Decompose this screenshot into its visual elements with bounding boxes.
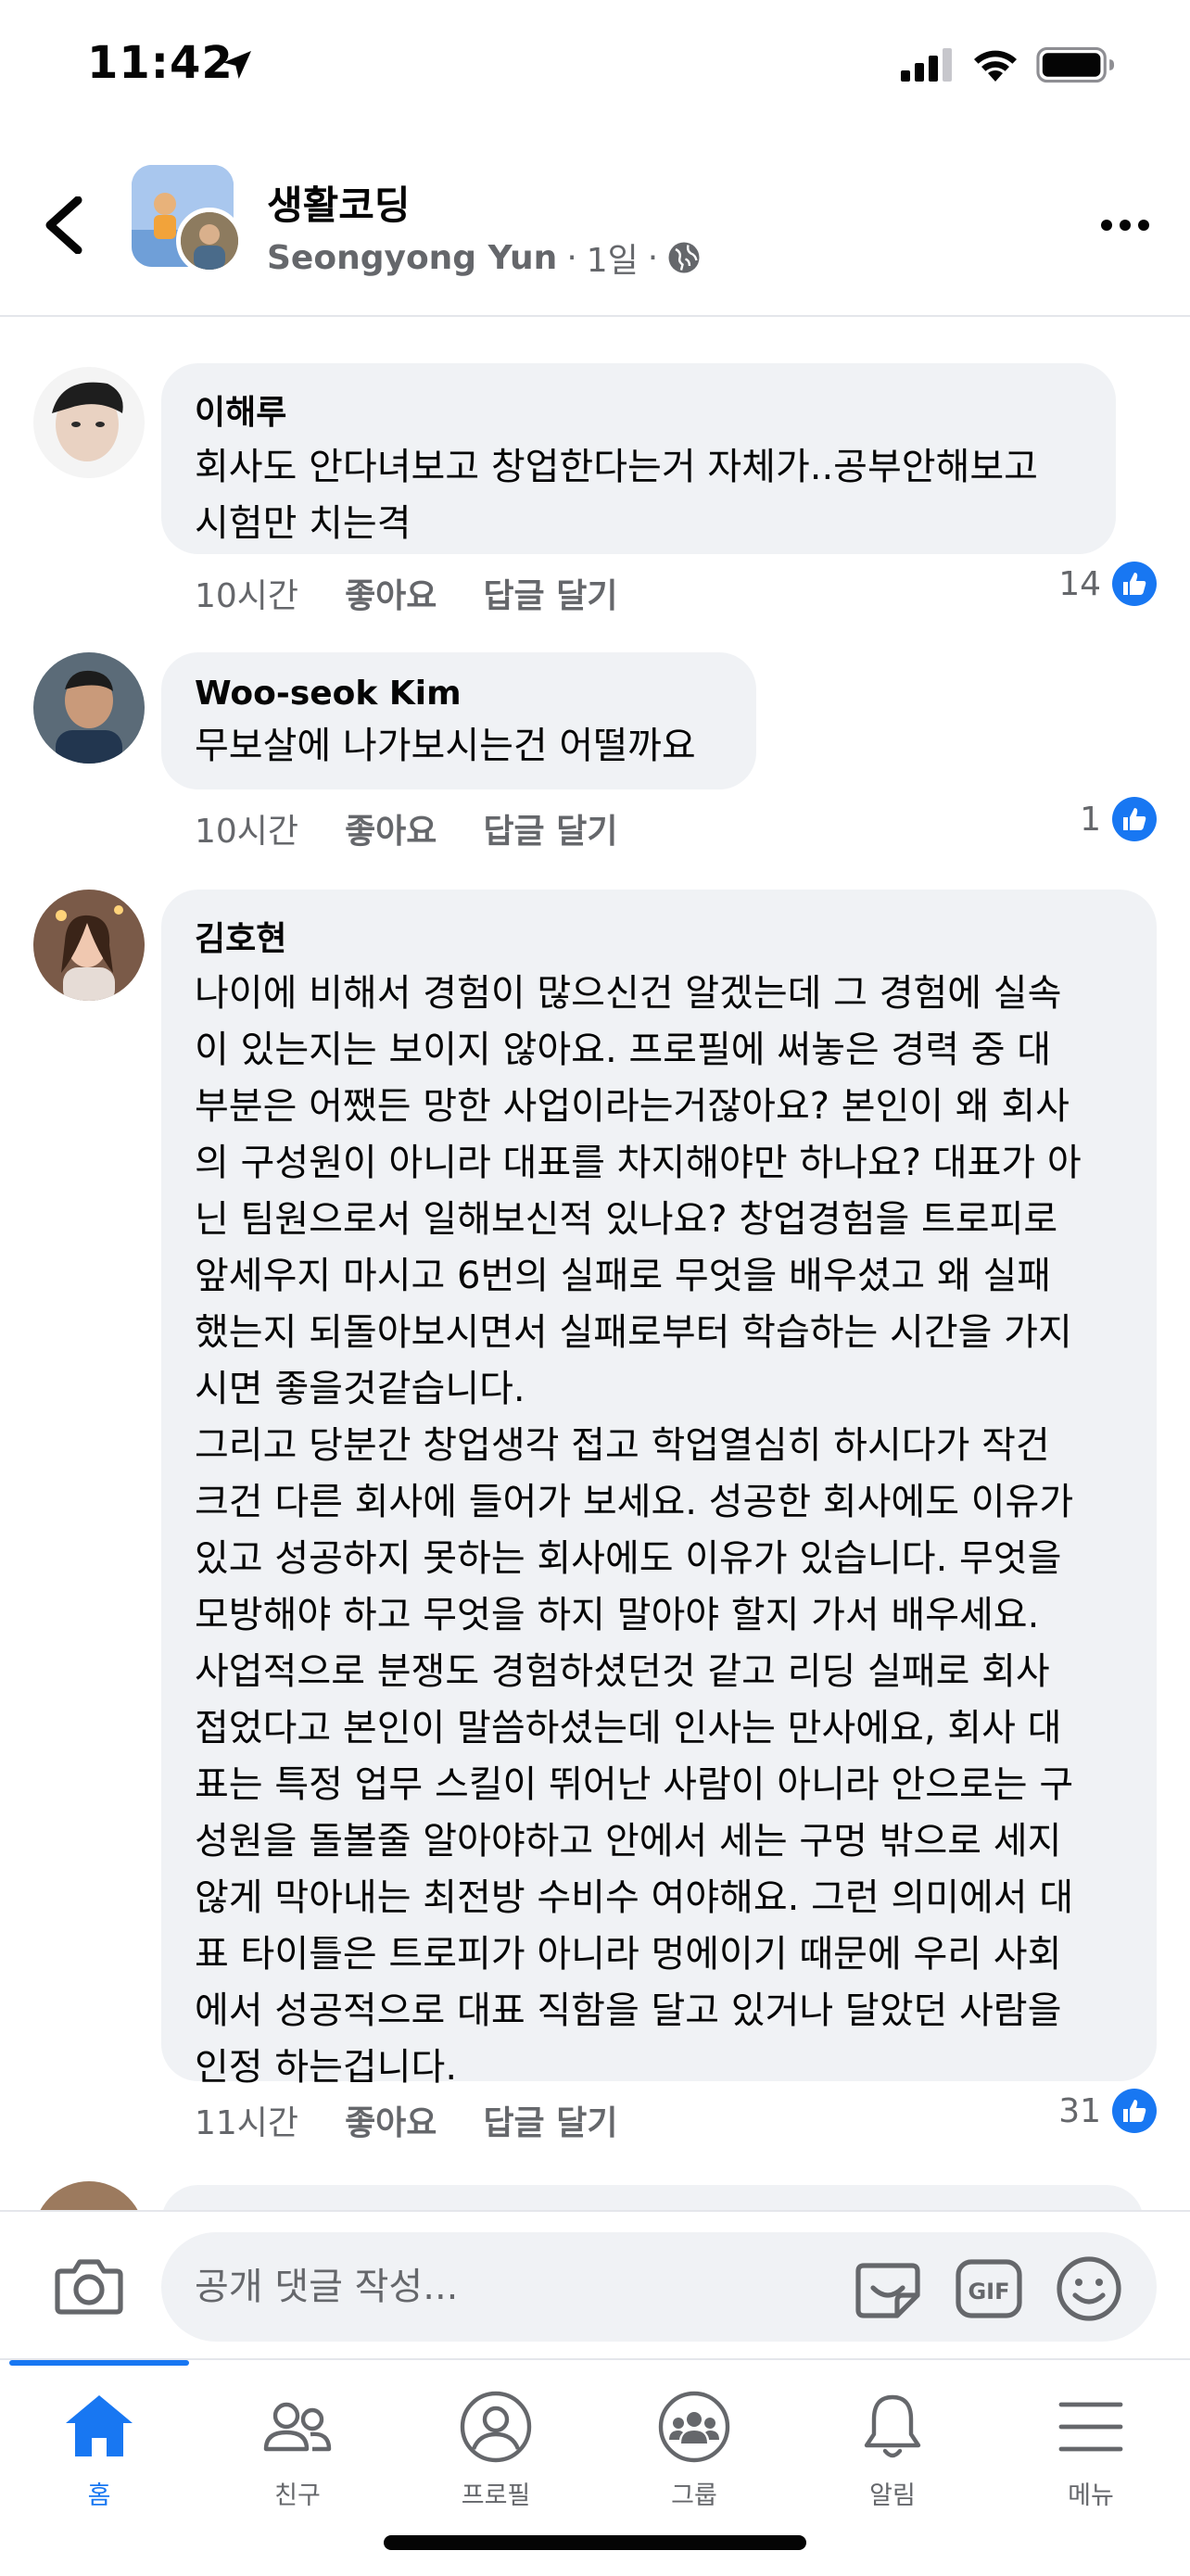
reaction-count: 1 bbox=[1080, 800, 1101, 839]
comment-bubble[interactable]: 김호현 나이에 비해서 경험이 많으신건 알겠는데 그 경험에 실속 이 있는지… bbox=[161, 890, 1157, 2089]
meta-separator: · bbox=[647, 238, 659, 277]
comment-time[interactable]: 10시간 bbox=[195, 569, 298, 617]
comment-reactions[interactable]: 14 bbox=[1058, 562, 1157, 606]
commenter-avatar[interactable] bbox=[33, 890, 145, 1001]
comment-bubble[interactable]: Woo-seok Kim 무보살에 나가보시는건 어떨까요 bbox=[161, 652, 756, 789]
comment-bubble[interactable]: 이해루 회사도 안다녀보고 창업한다는거 자체가..공부안해보고 시험만 치는격 bbox=[161, 363, 1116, 554]
tab-notifications[interactable]: 알림 bbox=[793, 2388, 992, 2518]
reaction-count: 14 bbox=[1058, 564, 1101, 603]
tab-menu[interactable]: 메뉴 bbox=[992, 2388, 1190, 2518]
tab-label: 프로필 bbox=[461, 2481, 531, 2510]
comment-text: 회사도 안다녀보고 창업한다는거 자체가..공부안해보고 시험만 치는격 bbox=[195, 446, 1038, 545]
tab-label: 친구 bbox=[274, 2481, 321, 2510]
cellular-signal-icon bbox=[901, 48, 952, 82]
comment-author[interactable]: 김호현 bbox=[195, 912, 1123, 960]
commenter-photo-icon bbox=[33, 367, 145, 478]
more-options-icon[interactable] bbox=[1099, 215, 1151, 235]
menu-icon bbox=[1058, 2402, 1123, 2452]
active-tab-indicator bbox=[9, 2360, 189, 2366]
location-arrow-icon bbox=[223, 51, 251, 79]
like-button[interactable]: 좋아요 bbox=[345, 804, 437, 852]
thumbs-up-icon bbox=[1112, 797, 1157, 841]
comment-actions: 11시간 좋아요 답글 달기 bbox=[195, 2096, 617, 2144]
post-author[interactable]: Seongyong Yun bbox=[267, 239, 557, 277]
comment-reactions[interactable]: 31 bbox=[1058, 2089, 1157, 2133]
commenter-photo-icon bbox=[33, 890, 145, 1001]
like-button[interactable]: 좋아요 bbox=[345, 2096, 437, 2144]
comment-reactions[interactable]: 1 bbox=[1080, 797, 1157, 841]
tab-friends[interactable]: 친구 bbox=[198, 2388, 397, 2518]
wifi-icon bbox=[974, 50, 1017, 82]
sticker-icon[interactable] bbox=[853, 2258, 923, 2321]
comment-actions: 10시간 좋아요 답글 달기 bbox=[195, 804, 617, 852]
status-time: 11:42 bbox=[87, 37, 234, 89]
battery-icon bbox=[1036, 46, 1115, 83]
comment-composer: GIF bbox=[0, 2210, 1190, 2360]
comment-text: 무보살에 나가보시는건 어떨까요 bbox=[195, 725, 696, 767]
commenter-photo-icon bbox=[33, 652, 145, 764]
tab-label: 메뉴 bbox=[1068, 2481, 1114, 2510]
meta-separator: · bbox=[566, 238, 577, 277]
gif-icon[interactable]: GIF bbox=[955, 2258, 1023, 2319]
groups-icon bbox=[658, 2391, 730, 2463]
commenter-avatar[interactable] bbox=[33, 652, 145, 764]
tab-label: 알림 bbox=[869, 2481, 916, 2510]
tab-profile[interactable]: 프로필 bbox=[397, 2388, 595, 2518]
svg-text:GIF: GIF bbox=[968, 2279, 1009, 2305]
comment-author[interactable]: 이해루 bbox=[195, 385, 1082, 434]
comment-time[interactable]: 11시간 bbox=[195, 2096, 298, 2144]
tab-label: 홈 bbox=[87, 2481, 111, 2510]
home-indicator[interactable] bbox=[384, 2535, 806, 2550]
reply-button[interactable]: 답글 달기 bbox=[483, 804, 617, 852]
globe-icon bbox=[668, 242, 700, 273]
home-icon bbox=[66, 2395, 133, 2456]
post-meta: Seongyong Yun · 1일 · bbox=[267, 234, 701, 282]
author-avatar[interactable] bbox=[176, 208, 243, 274]
reply-button[interactable]: 답글 달기 bbox=[483, 569, 617, 617]
comment-author[interactable]: Woo-seok Kim bbox=[195, 675, 723, 713]
comment-actions: 10시간 좋아요 답글 달기 bbox=[195, 569, 617, 617]
tab-label: 그룹 bbox=[671, 2481, 717, 2510]
tab-groups[interactable]: 그룹 bbox=[595, 2388, 793, 2518]
bell-icon bbox=[864, 2394, 921, 2458]
tab-home[interactable]: 홈 bbox=[0, 2388, 198, 2518]
thumbs-up-icon bbox=[1112, 562, 1157, 606]
thumbs-up-icon bbox=[1112, 2089, 1157, 2133]
reply-button[interactable]: 답글 달기 bbox=[483, 2096, 617, 2144]
author-photo-icon bbox=[181, 212, 238, 270]
like-button[interactable]: 좋아요 bbox=[345, 569, 437, 617]
camera-icon[interactable] bbox=[54, 2256, 124, 2316]
post-time[interactable]: 1일 bbox=[587, 234, 639, 282]
status-bar: 11:42 bbox=[0, 0, 1190, 139]
commenter-avatar[interactable] bbox=[33, 367, 145, 478]
friends-icon bbox=[263, 2402, 332, 2452]
comment-time[interactable]: 10시간 bbox=[195, 804, 298, 852]
post-header: 생활코딩 Seongyong Yun · 1일 · bbox=[0, 139, 1190, 317]
back-arrow-icon[interactable] bbox=[41, 196, 87, 254]
profile-icon bbox=[460, 2391, 532, 2463]
emoji-icon[interactable] bbox=[1055, 2254, 1123, 2323]
reaction-count: 31 bbox=[1058, 2091, 1101, 2130]
group-name[interactable]: 생활코딩 bbox=[267, 174, 411, 231]
comment-text: 나이에 비해서 경험이 많으신건 알겠는데 그 경험에 실속 이 있는지는 보이… bbox=[195, 972, 1082, 2089]
